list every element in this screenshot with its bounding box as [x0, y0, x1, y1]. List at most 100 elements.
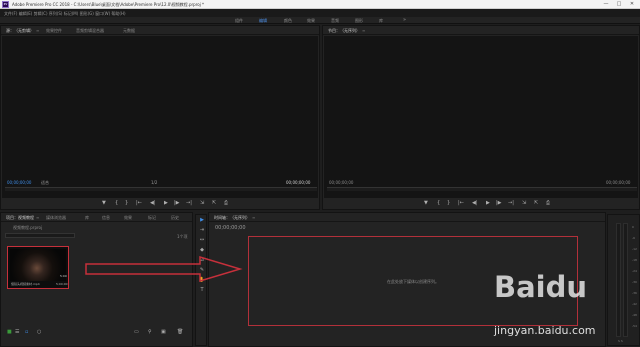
workspace-color[interactable]: 颜色 — [284, 18, 292, 24]
selection-tool-icon[interactable]: ▶ — [198, 217, 206, 224]
source-fit-select[interactable]: 适合 — [41, 180, 49, 186]
tab-effects[interactable]: 效果 — [124, 215, 132, 221]
maximize-button[interactable]: □ — [613, 0, 625, 8]
step-forward-icon[interactable]: |▶ — [496, 200, 502, 206]
project-clip-item[interactable]: 5:00 慢镜头视频素材.mp4 5;00;00 — [7, 246, 69, 289]
window-title: Adobe Premiere Pro CC 2018 - C:\Users\Bl… — [12, 2, 205, 7]
workspace-libraries[interactable]: 库 — [379, 18, 383, 24]
meter-tick: 0 — [632, 225, 634, 229]
workspace-effects[interactable]: 效果 — [307, 18, 315, 24]
writable-lock-icon[interactable]: ■ — [7, 329, 12, 335]
ripple-edit-tool-icon[interactable]: ↔ — [198, 237, 206, 244]
project-file-name: 视频教程.prproj — [13, 225, 43, 230]
window-titlebar: Pr Adobe Premiere Pro CC 2018 - C:\Users… — [0, 0, 640, 9]
go-to-out-icon[interactable]: →| — [186, 200, 192, 206]
extract-icon[interactable]: ⇱ — [534, 200, 538, 206]
tab-program-label: 节目：（无序列） — [328, 28, 360, 33]
overwrite-icon[interactable]: ⇱ — [212, 200, 216, 206]
step-back-icon[interactable]: ◀| — [150, 200, 156, 206]
go-to-in-icon[interactable]: |← — [136, 200, 142, 206]
mark-out-icon[interactable]: } — [125, 200, 128, 206]
tab-timeline[interactable]: 时间轴：（无序列） ≡ — [214, 215, 255, 221]
mark-out-icon[interactable]: } — [447, 200, 450, 206]
baidu-jingyan-url: jingyan.baidu.com — [494, 324, 596, 337]
tab-markers[interactable]: 标记 — [148, 215, 156, 221]
list-view-icon[interactable]: ☰ — [15, 329, 19, 335]
meter-tick: -12 — [632, 247, 637, 251]
export-frame-icon[interactable]: ⎙ — [224, 200, 228, 206]
source-scrubber[interactable] — [5, 187, 317, 191]
new-bin-icon[interactable]: ▭ — [134, 329, 139, 335]
panel-menu-icon[interactable]: ≡ — [36, 28, 39, 33]
program-monitor-panel: 节目：（无序列） ≡ 00;00;00;00 00;00;00;00 ▼ { } … — [322, 25, 640, 210]
panel-menu-icon[interactable]: ≡ — [362, 28, 365, 33]
workspace-audio[interactable]: 音频 — [331, 18, 339, 24]
source-timecode[interactable]: 00;00;00;00 — [7, 180, 31, 185]
project-search-input[interactable] — [5, 233, 75, 238]
clip-name: 慢镜头视频素材.mp4 — [11, 282, 40, 286]
tab-effect-controls[interactable]: 效果控件 — [46, 28, 62, 34]
premiere-app-icon: Pr — [2, 1, 9, 8]
tab-history[interactable]: 历史 — [171, 215, 179, 221]
program-tabs: 节目：（无序列） ≡ — [323, 26, 639, 35]
project-bottom-controls: ■ ☰ ▫ ○ ▭ ⚲ ▣ 🗑 — [1, 327, 194, 337]
meter-tick: -6 — [632, 236, 635, 240]
play-icon[interactable]: ▶ — [486, 200, 490, 206]
panel-menu-icon[interactable]: ≡ — [252, 215, 255, 220]
program-video-area[interactable] — [324, 36, 638, 198]
new-item-icon[interactable]: ▣ — [161, 329, 166, 335]
go-to-in-icon[interactable]: |← — [458, 200, 464, 206]
razor-tool-icon[interactable]: ◆ — [198, 247, 206, 254]
program-transport-controls: ▼ { } |← ◀| ▶ |▶ →| ⇲ ⇱ ⎙ — [323, 198, 640, 208]
insert-icon[interactable]: ⇲ — [200, 200, 204, 206]
project-tabs: 项目：视频教程 ≡ 媒体浏览器 库 信息 效果 标记 历史 — [1, 213, 192, 222]
tab-timeline-label: 时间轴：（无序列） — [214, 215, 250, 220]
tab-libraries[interactable]: 库 — [85, 215, 89, 221]
tab-project-label: 项目：视频教程 — [6, 215, 34, 220]
tab-source[interactable]: 源：（无剪辑） ≡ — [6, 28, 39, 34]
lift-icon[interactable]: ⇲ — [522, 200, 526, 206]
clip-length: 5;00;00 — [56, 282, 68, 286]
mark-in-icon[interactable]: { — [437, 200, 440, 206]
track-select-tool-icon[interactable]: ⇥ — [198, 227, 206, 234]
minimize-button[interactable]: — — [600, 0, 612, 8]
add-marker-icon[interactable]: ▼ — [424, 200, 428, 206]
panel-menu-icon[interactable]: ≡ — [36, 215, 39, 220]
workspace-components[interactable]: 组件 — [235, 18, 243, 24]
program-timecode[interactable]: 00;00;00;00 — [329, 180, 353, 185]
close-button[interactable]: ✕ — [626, 0, 638, 8]
tab-source-label: 源：（无剪辑） — [6, 28, 34, 33]
workspace-more-icon[interactable]: » — [403, 17, 406, 23]
zoom-slider-icon[interactable]: ○ — [37, 329, 41, 335]
tab-program[interactable]: 节目：（无序列） ≡ — [328, 28, 365, 34]
clip-duration-badge: 5:00 — [60, 274, 67, 278]
tab-audio-clip-mixer[interactable]: 音频剪辑混合器 — [76, 28, 104, 34]
add-marker-icon[interactable]: ▼ — [102, 200, 106, 206]
icon-view-icon[interactable]: ▫ — [25, 329, 28, 335]
tab-media-browser[interactable]: 媒体浏览器 — [46, 215, 66, 221]
source-transport-controls: ▼ { } |← ◀| ▶ |▶ →| ⇲ ⇱ ⎙ — [1, 198, 321, 208]
type-tool-icon[interactable]: T — [198, 287, 206, 294]
clear-trash-icon[interactable]: 🗑 — [177, 329, 183, 335]
source-video-area[interactable] — [2, 36, 318, 198]
baidu-watermark: Baidu jingyan.baidu.com — [494, 270, 638, 342]
source-duration: 00;00;00;00 — [286, 180, 311, 185]
program-scrubber[interactable] — [327, 187, 637, 191]
step-back-icon[interactable]: ◀| — [472, 200, 478, 206]
menu-bar: 文件(F) 编辑(E) 剪辑(C) 序列(S) 标记(M) 图形(G) 窗口(W… — [0, 9, 640, 17]
clip-thumbnail-image — [10, 249, 66, 281]
step-forward-icon[interactable]: |▶ — [174, 200, 180, 206]
find-icon[interactable]: ⚲ — [148, 329, 152, 335]
play-icon[interactable]: ▶ — [164, 200, 168, 206]
export-frame-icon[interactable]: ⎙ — [546, 200, 550, 206]
tab-project[interactable]: 项目：视频教程 ≡ — [6, 215, 39, 221]
timeline-timecode[interactable]: 00;00;00;00 — [215, 225, 246, 231]
tab-metadata[interactable]: 元数据 — [123, 28, 135, 34]
tab-info[interactable]: 信息 — [102, 215, 110, 221]
source-resolution[interactable]: 1/2 — [151, 180, 157, 185]
workspace-edit[interactable]: 编辑 — [259, 18, 267, 24]
workspace-graphics[interactable]: 图形 — [355, 18, 363, 24]
project-item-count: 1个项 — [177, 234, 188, 239]
go-to-out-icon[interactable]: →| — [508, 200, 514, 206]
mark-in-icon[interactable]: { — [115, 200, 118, 206]
